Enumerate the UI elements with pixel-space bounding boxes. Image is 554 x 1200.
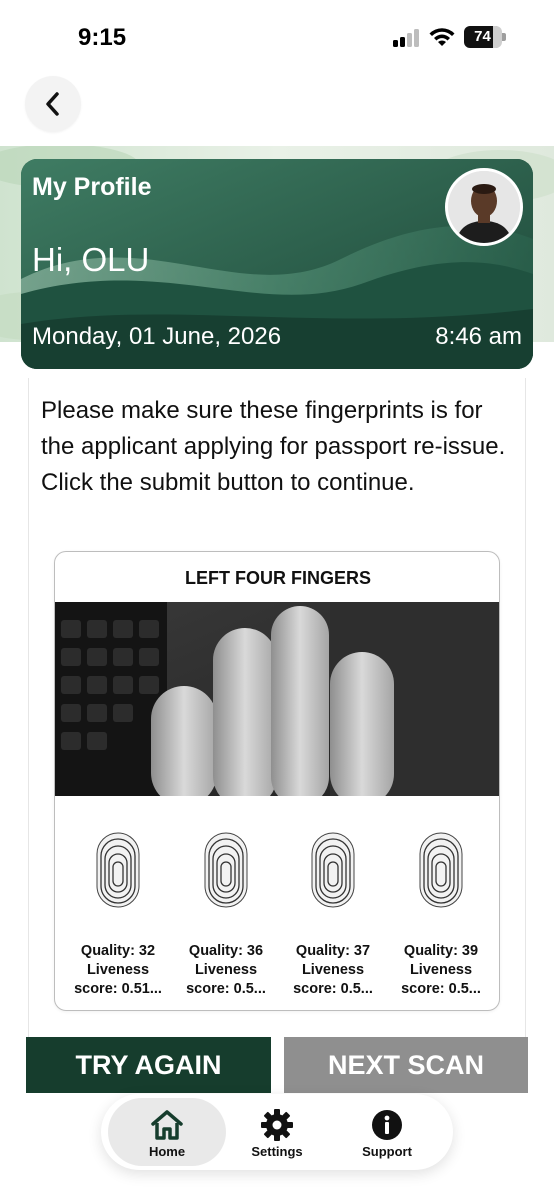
signal-icon: [393, 29, 423, 47]
quality-value: Quality: 39: [403, 943, 479, 959]
hand-scan-image: [55, 602, 499, 796]
battery-level: 74: [474, 28, 491, 45]
nav-home[interactable]: Home: [108, 1098, 226, 1166]
liveness-score: score: 0.51...: [74, 981, 162, 997]
status-time: 9:15: [78, 24, 127, 51]
finger-result-3: Quality: 37 Liveness score: 0.5...: [281, 832, 385, 999]
back-button[interactable]: [25, 76, 81, 132]
profile-title: My Profile: [32, 173, 152, 201]
nav-home-label: Home: [148, 1144, 186, 1159]
finger-result-4: Quality: 39 Liveness score: 0.5...: [389, 832, 493, 999]
liveness-score: score: 0.5...: [401, 981, 481, 997]
fingerprint-icon: [96, 832, 140, 908]
finger-result-2: Quality: 36 Liveness score: 0.5...: [174, 832, 278, 999]
fingerprint-icon: [204, 832, 248, 908]
instructions-text: Please make sure these fingerprints is f…: [41, 397, 506, 496]
home-icon: [151, 1110, 183, 1140]
profile-header-card: My Profile Hi, OLU Monday, 01 June, 2026…: [21, 159, 533, 369]
bottom-navigation: Home Settings Support: [101, 1094, 453, 1170]
liveness-label: Liveness: [86, 962, 150, 978]
quality-value: Quality: 37: [295, 943, 371, 959]
capture-title: LEFT FOUR FINGERS: [185, 568, 371, 588]
info-icon: [372, 1110, 402, 1140]
wifi-icon: [429, 28, 455, 46]
quality-value: Quality: 36: [188, 943, 264, 959]
status-bar: 9:15 74: [0, 0, 554, 70]
liveness-score: score: 0.5...: [186, 981, 266, 997]
liveness-label: Liveness: [301, 962, 365, 978]
liveness-label: Liveness: [194, 962, 258, 978]
nav-support-label: Support: [362, 1144, 412, 1159]
chevron-left-icon: [46, 92, 59, 116]
nav-settings-label: Settings: [251, 1144, 303, 1159]
finger-result-1: Quality: 32 Liveness score: 0.51...: [66, 832, 170, 999]
greeting-text: Hi, OLU: [32, 241, 150, 278]
fingerprint-icon: [311, 832, 355, 908]
nav-settings[interactable]: Settings: [218, 1098, 336, 1166]
fingerprint-icon: [419, 832, 463, 908]
try-again-button[interactable]: TRY AGAIN: [26, 1037, 271, 1093]
avatar[interactable]: [445, 168, 523, 246]
quality-value: Quality: 32: [80, 943, 156, 959]
gear-icon: [261, 1109, 293, 1141]
nav-support[interactable]: Support: [328, 1098, 446, 1166]
current-time: 8:46 am: [435, 323, 522, 350]
liveness-score: score: 0.5...: [293, 981, 373, 997]
user-photo: [448, 171, 520, 243]
current-date: Monday, 01 June, 2026: [32, 323, 282, 350]
next-scan-button[interactable]: NEXT SCAN: [284, 1037, 528, 1093]
battery-icon: 74: [464, 26, 506, 48]
fingerprint-capture-card: LEFT FOUR FINGERS Quality: 32 Liveness s…: [54, 551, 500, 1011]
liveness-label: Liveness: [409, 962, 473, 978]
